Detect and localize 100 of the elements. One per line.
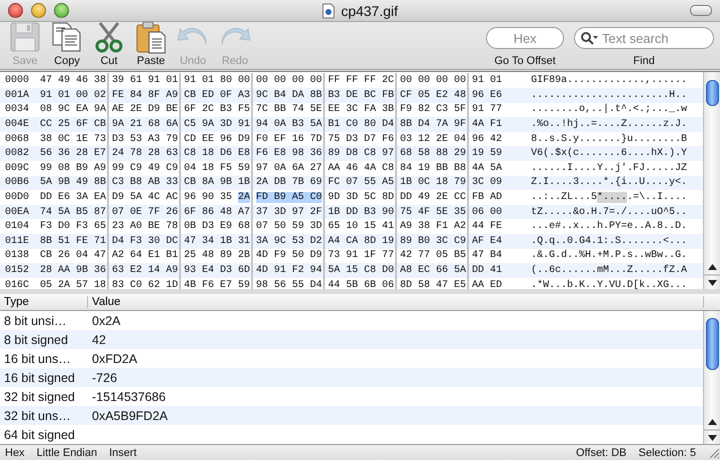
hex-bytes: F0 EF 16 7D xyxy=(256,134,322,145)
hex-bytes: 44 FE xyxy=(472,221,502,232)
hex-bytes: 3A 9C 53 D2 xyxy=(256,236,322,247)
column-header[interactable]: Value xyxy=(88,296,704,308)
ascii-text: *.... xyxy=(597,192,628,203)
hex-bytes: 07 0E 7F 26 xyxy=(112,206,178,218)
status-mode[interactable]: Little Endian xyxy=(36,446,98,458)
offset-label: 0034 xyxy=(4,104,30,116)
ascii-text: 8..s.S.y.......}u........B xyxy=(531,134,688,145)
hex-bytes: B3 DE BC FB xyxy=(328,90,394,101)
hex-bytes: FC 07 55 A5 xyxy=(328,177,394,188)
hex-bytes: CF 05 E2 48 xyxy=(400,90,466,101)
table-cell-text: 64 bit signed xyxy=(3,428,76,442)
hex-bytes: 00 00 00 00 xyxy=(256,75,322,86)
hex-bytes: 73 91 1F 77 xyxy=(328,250,394,262)
hex-bytes: 6F 86 48 A7 xyxy=(184,206,250,218)
offset-label: 004E xyxy=(4,119,30,130)
hex-bytes: DD E6 3A EA xyxy=(40,192,106,203)
hex-bytes: 56 36 28 E7 xyxy=(40,148,106,160)
ascii-text: .=\..I.... xyxy=(627,192,688,203)
cut-button[interactable]: Cut xyxy=(88,20,130,68)
hex-bytes: 74 5A B5 87 xyxy=(40,206,106,218)
toolbar-toggle-button[interactable] xyxy=(690,5,712,16)
table-cell-text: -1514537686 xyxy=(91,390,166,404)
hex-bytes: CD EE 96 D9 xyxy=(184,134,250,145)
offset-status: Offset: DB xyxy=(576,446,627,458)
hex-bytes: FD B9 A5 C0 xyxy=(256,192,322,203)
scroll-thumb[interactable] xyxy=(706,318,719,370)
offset-label: 00B6 xyxy=(4,177,30,188)
table-cell-text: 8 bit unsi… xyxy=(3,314,68,328)
hex-bytes: 04 18 F5 59 xyxy=(184,162,250,174)
hex-bytes: 39 61 91 01 xyxy=(112,75,178,86)
offset-field[interactable]: Hex xyxy=(486,27,564,50)
hex-bytes: CB 26 04 47 xyxy=(40,250,106,262)
scroll-thumb[interactable] xyxy=(706,80,719,106)
hex-bytes: 91 77 xyxy=(472,104,502,116)
scrollbar[interactable] xyxy=(703,72,720,289)
hex-bytes: 28 AA 9B 36 xyxy=(40,264,106,276)
hex-bytes: 97 0A 6A 27 xyxy=(256,162,322,174)
hex-bytes: 06 00 xyxy=(472,206,502,218)
hex-bytes: 8D 58 47 E5 xyxy=(400,280,466,289)
status-mode[interactable]: Hex xyxy=(5,446,25,458)
hex-bytes: 2A xyxy=(238,192,250,203)
ascii-text: GIF89a.............,...... xyxy=(531,75,688,86)
hex-bytes: 94 0A B3 5A xyxy=(256,119,322,130)
hex-bytes: 99 C9 49 C9 xyxy=(112,162,178,174)
table-cell-text: 8 bit signed xyxy=(3,332,69,346)
search-field[interactable]: Text search xyxy=(574,27,714,50)
ascii-text: tZ.....&o.H.7=./....uO^5.. xyxy=(531,206,688,218)
offset-label: 00D0 xyxy=(4,192,30,203)
ascii-text: ......I....Y..j'.FJ.....JZ xyxy=(531,162,688,174)
hex-bytes: 89 B0 3C C9 xyxy=(400,236,466,247)
offset-label: 0068 xyxy=(4,134,30,145)
close-button[interactable] xyxy=(8,3,23,18)
offset-label: 0000 xyxy=(4,75,30,86)
hex-bytes: CB ED 0F A3 xyxy=(184,90,250,101)
hex-bytes: 07 50 59 3D xyxy=(256,221,322,232)
hex-bytes: A8 EC 66 5A xyxy=(400,264,466,276)
hex-bytes: 25 48 89 2B xyxy=(184,250,250,262)
scrollbar[interactable] xyxy=(703,311,720,444)
table-cell-text: 16 bit uns… xyxy=(3,352,72,366)
column-header[interactable]: Type xyxy=(0,296,88,308)
offset-label: 0138 xyxy=(4,250,30,262)
hex-bytes: 37 3D 97 2F xyxy=(256,206,322,218)
hex-bytes: CC 25 6F CB xyxy=(40,119,106,130)
hex-bytes: 9D 3D 5C 8D xyxy=(328,192,394,203)
hex-bytes: A4 CA 8D 19 xyxy=(328,236,394,247)
offset-label: 00EA xyxy=(4,206,30,218)
hex-bytes: 8B 51 FE 71 xyxy=(40,236,106,247)
hex-bytes: 91 01 80 00 xyxy=(184,75,250,86)
clipboard-icon xyxy=(134,20,168,54)
hex-bytes: 5A 9B 49 8B xyxy=(40,177,106,188)
hex-bytes: 47 B4 xyxy=(472,250,502,262)
hex-bytes: B1 C0 80 D4 xyxy=(328,119,394,130)
hex-bytes: 19 59 xyxy=(472,148,502,160)
hex-bytes: C8 18 D6 E8 xyxy=(184,148,250,160)
ascii-text: (..6c......mM...Z.....fZ.A xyxy=(531,264,688,276)
hex-bytes: 89 D8 C8 97 xyxy=(328,148,394,160)
ascii-text: ...e#..x...h.PY=e..A.8..D. xyxy=(531,221,688,232)
ascii-text: V6(.$x(c.......6....hX.).Y xyxy=(531,148,688,160)
zoom-button[interactable] xyxy=(54,3,69,18)
hex-bytes: 5A 15 C8 D0 xyxy=(328,264,394,276)
hex-bytes: 08 9C EA 9A xyxy=(40,104,106,116)
table-cell-text: 0x2A xyxy=(91,314,120,328)
ascii-text: .&.G.d..%H.+M.P.s..wBw..G. xyxy=(531,250,688,262)
offset-label: 011E xyxy=(4,236,30,247)
hex-bytes: 96 90 35 xyxy=(184,192,232,203)
hex-bytes: FE 84 8F A9 xyxy=(112,90,178,101)
paste-button[interactable]: Paste xyxy=(130,20,172,68)
hex-bytes: 9C B4 DA 8B xyxy=(256,90,322,101)
table-cell-text: 0xA5B9FD2A xyxy=(91,408,168,422)
hex-bytes: 4D 91 F2 94 xyxy=(256,264,322,276)
hex-bytes: A9 38 F1 A2 xyxy=(400,221,466,232)
minimize-button[interactable] xyxy=(31,3,46,18)
copy-button[interactable]: Copy xyxy=(46,20,88,68)
hex-bytes: 47 49 46 38 xyxy=(40,75,106,86)
hex-bytes: 47 34 1B 31 xyxy=(184,236,250,247)
status-mode[interactable]: Insert xyxy=(109,446,137,458)
search-icon xyxy=(580,31,598,46)
hex-bytes: D4 F3 30 DC xyxy=(112,236,178,247)
